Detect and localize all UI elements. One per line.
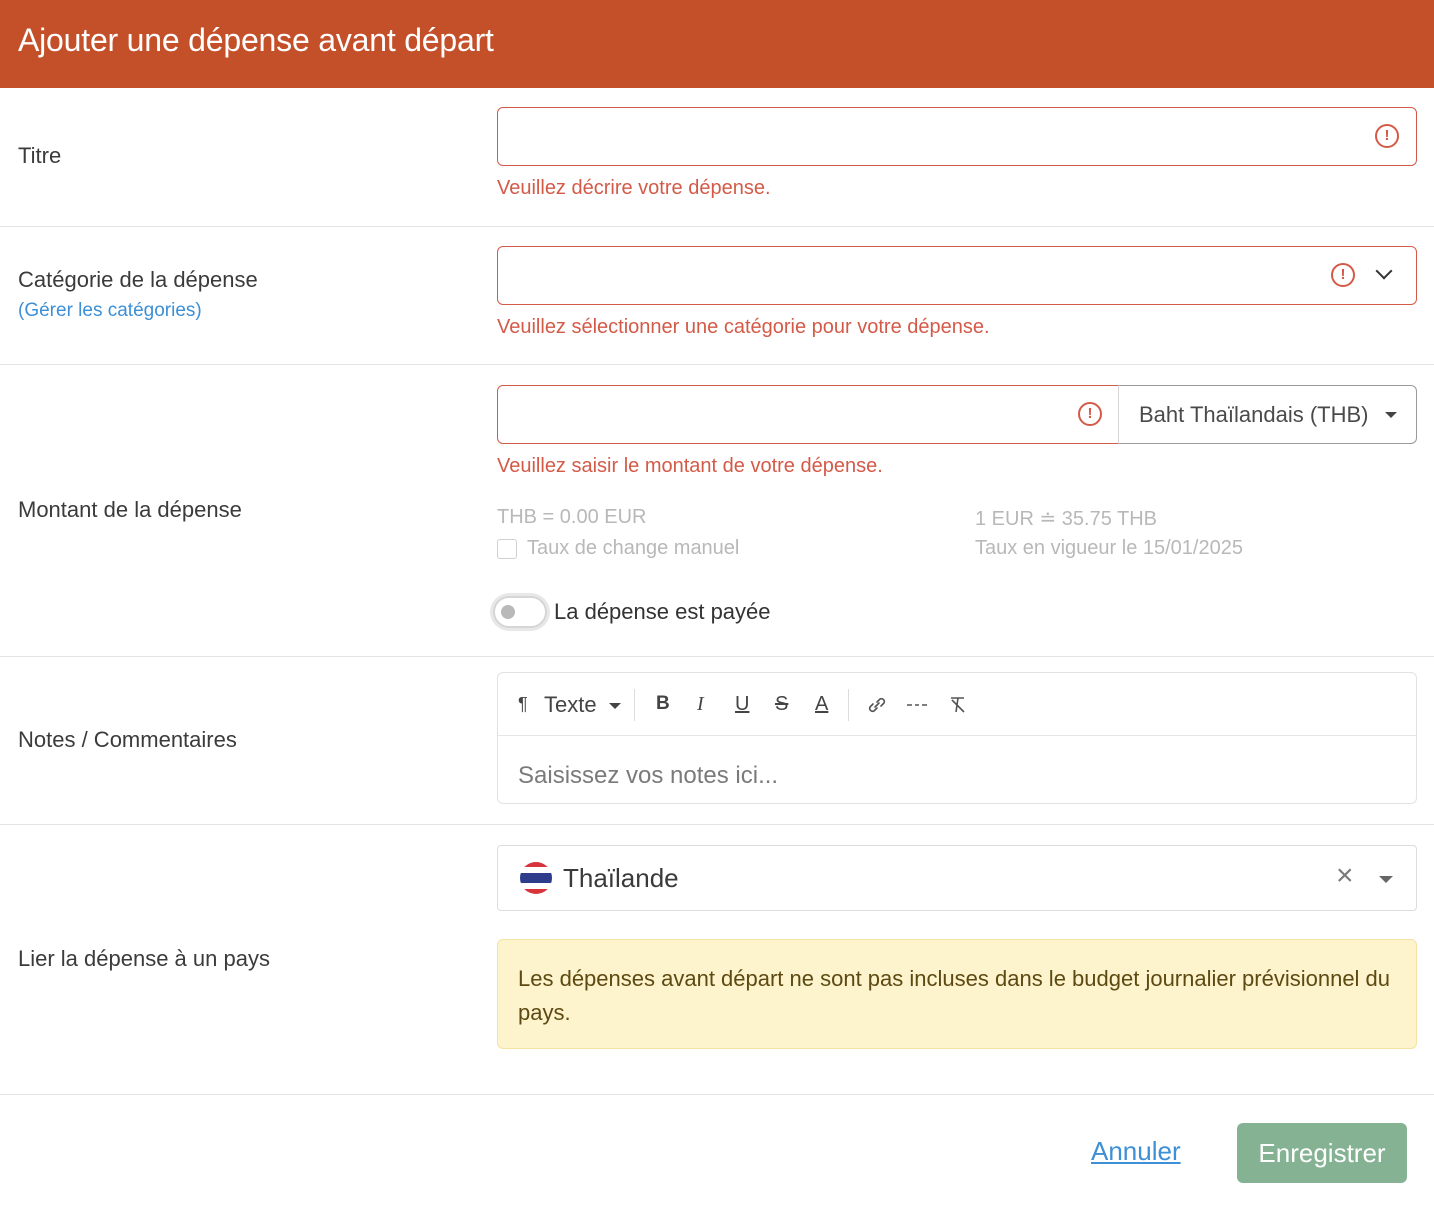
divider [0,1094,1434,1095]
underline-icon[interactable]: U [735,693,749,716]
error-icon: ! [1078,402,1102,426]
text-color-icon[interactable]: A [815,693,828,716]
currency-dropdown[interactable]: Baht Thaïlandais (THB) [1118,385,1417,444]
montant-error: Veuillez saisir le montant de votre dépe… [497,455,883,477]
error-icon: ! [1375,124,1399,148]
exchange-rate-text: 1 EUR ≐ 35.75 THB [975,508,1158,530]
format-dropdown-label[interactable]: Texte [544,692,597,718]
montant-label: Montant de la dépense [18,497,242,522]
caret-down-icon [609,703,621,709]
dialog-title: Ajouter une dépense avant départ [18,22,494,58]
toolbar-separator [848,689,849,721]
divider [0,226,1434,227]
dialog-header: Ajouter une dépense avant départ [0,0,1434,88]
currency-value: Baht Thaïlandais (THB) [1139,402,1369,427]
manage-categories-link[interactable]: (Gérer les catégories) [18,300,202,322]
categorie-error: Veuillez sélectionner une catégorie pour… [497,316,990,338]
country-select[interactable]: Thaïlande × [497,845,1417,911]
caret-down-icon [1385,412,1397,418]
error-icon: ! [1331,263,1355,287]
info-alert: Les dépenses avant départ ne sont pas in… [497,939,1417,1049]
pays-label: Lier la dépense à un pays [18,946,270,971]
notes-placeholder[interactable]: Saisissez vos notes ici... [518,762,778,790]
notes-label: Notes / Commentaires [18,727,237,752]
categorie-label: Catégorie de la dépense [18,267,258,292]
toggle-knob [501,605,515,619]
country-value: Thaïlande [563,863,679,893]
caret-down-icon[interactable] [1379,876,1393,883]
paid-toggle[interactable] [493,596,547,628]
alert-text: Les dépenses avant départ ne sont pas in… [518,966,1391,1025]
titre-input[interactable]: ! [497,107,1417,166]
bold-icon[interactable]: B [656,693,670,715]
clear-format-icon[interactable] [947,695,969,721]
thailand-flag-icon [520,862,552,894]
montant-input[interactable]: ! [497,385,1119,444]
conversion-text: THB = 0.00 EUR [497,506,647,528]
cancel-button[interactable]: Annuler [1091,1136,1181,1167]
save-button[interactable]: Enregistrer [1237,1123,1407,1183]
strikethrough-icon[interactable]: S [775,693,788,716]
paid-label: La dépense est payée [554,599,771,624]
divider [0,364,1434,365]
manual-rate-label: Taux de change manuel [527,537,740,559]
clear-icon[interactable]: × [1336,860,1354,892]
chevron-down-icon [1375,262,1393,280]
manual-rate-checkbox[interactable] [497,539,517,559]
titre-error: Veuillez décrire votre dépense. [497,177,771,199]
divider [0,656,1434,657]
editor-toolbar: ¶ Texte B I U S A [498,673,1416,736]
toolbar-separator [634,689,635,721]
rate-date-text: Taux en vigueur le 15/01/2025 [975,537,1243,559]
paragraph-icon[interactable]: ¶ [518,694,528,715]
italic-icon[interactable]: I [697,693,704,716]
notes-editor: ¶ Texte B I U S A Saisissez vos notes ic… [497,672,1417,804]
link-icon[interactable] [866,695,888,721]
horizontal-rule-icon[interactable] [906,695,928,721]
categorie-select[interactable]: ! [497,246,1417,305]
divider [0,824,1434,825]
titre-label: Titre [18,143,62,168]
